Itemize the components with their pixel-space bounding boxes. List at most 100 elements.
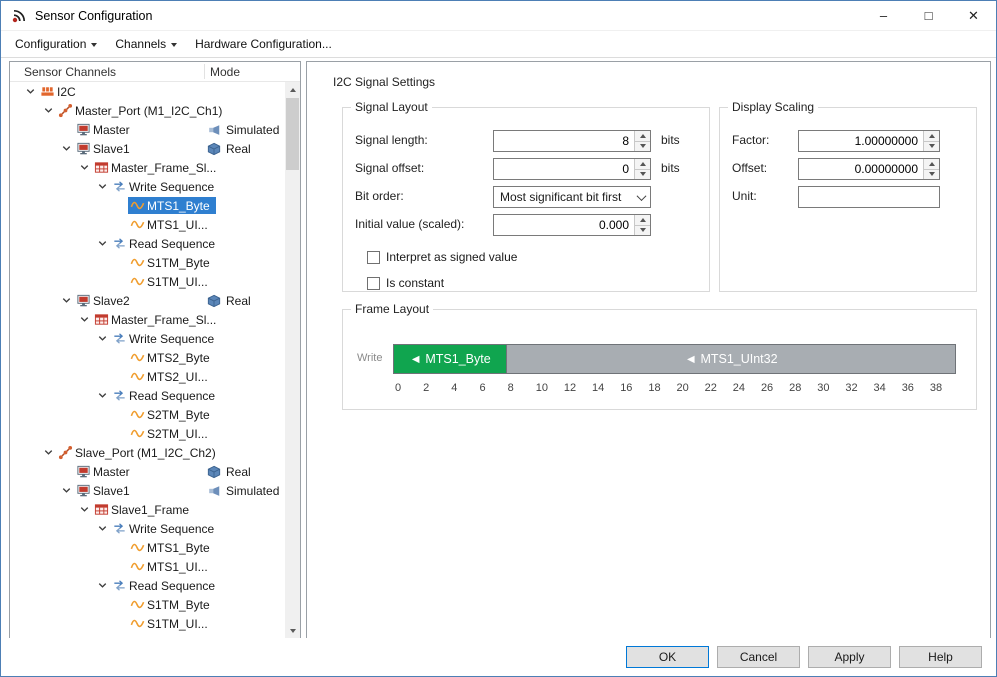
chevron-down-icon[interactable]: [94, 331, 110, 347]
tree-item-slave1[interactable]: Slave1 Real: [10, 139, 285, 158]
tree-item-write-sequence[interactable]: Write Sequence: [10, 177, 285, 196]
tree-item-content[interactable]: Master: [74, 463, 136, 480]
cancel-button[interactable]: Cancel: [717, 646, 800, 668]
scrollbar-down-arrow[interactable]: [285, 623, 300, 638]
chevron-down-icon[interactable]: [94, 578, 110, 594]
tree-item-i2c[interactable]: I2C: [10, 82, 285, 101]
tree-item-read-sequence[interactable]: Read Sequence: [10, 576, 285, 595]
tree-item-read-sequence[interactable]: Read Sequence: [10, 386, 285, 405]
chevron-down-icon[interactable]: [76, 160, 92, 176]
scrollbar-up-arrow[interactable]: [285, 82, 300, 97]
offset-spin-down-button[interactable]: [924, 169, 939, 179]
tree-item-s1tm-byte[interactable]: S1TM_Byte: [10, 595, 285, 614]
tree-item-content[interactable]: MTS1_Byte: [128, 197, 216, 214]
tree-item-content[interactable]: Write Sequence: [110, 520, 220, 537]
tree-item-read-sequence[interactable]: Read Sequence: [10, 234, 285, 253]
tree-item-master-frame-sl[interactable]: Master_Frame_Sl...: [10, 158, 285, 177]
chevron-down-icon[interactable]: [58, 483, 74, 499]
tree-item-content[interactable]: MTS1_UI...: [128, 558, 214, 575]
tree-item-s2tm-byte[interactable]: S2TM_Byte: [10, 405, 285, 424]
tree-item-s1tm-ui[interactable]: S1TM_UI...: [10, 272, 285, 291]
close-button[interactable]: ✕: [951, 1, 996, 30]
tree-item-write-sequence[interactable]: Write Sequence: [10, 329, 285, 348]
tree-item-content[interactable]: Read Sequence: [110, 577, 221, 594]
tree-item-slave1[interactable]: Slave1 Simulated: [10, 481, 285, 500]
tree-item-mts2-byte[interactable]: MTS2_Byte: [10, 348, 285, 367]
tree-item-mts1-byte[interactable]: MTS1_Byte: [10, 196, 285, 215]
tree-item-slave-port-m1-i2c-ch2[interactable]: Slave_Port (M1_I2C_Ch2): [10, 443, 285, 462]
tree-item-content[interactable]: S2TM_Byte: [128, 406, 216, 423]
signal-offset-value[interactable]: 0: [494, 159, 634, 179]
signal-offset-spin-down-button[interactable]: [635, 169, 650, 179]
chevron-down-icon[interactable]: [94, 179, 110, 195]
tree-item-content[interactable]: Master_Frame_Sl...: [92, 159, 222, 176]
maximize-button[interactable]: □: [906, 1, 951, 30]
tree-item-content[interactable]: Master_Frame_Sl...: [92, 311, 222, 328]
tree-item-s1tm-byte[interactable]: S1TM_Byte: [10, 253, 285, 272]
signal-length-spin-up-button[interactable]: [635, 131, 650, 142]
chevron-down-icon[interactable]: [94, 521, 110, 537]
tree-item-mts1-byte[interactable]: MTS1_Byte: [10, 538, 285, 557]
scrollbar-thumb[interactable]: [286, 98, 299, 170]
chevron-down-icon[interactable]: [632, 187, 650, 207]
tree-item-content[interactable]: Slave1: [74, 482, 136, 499]
tree-item-master[interactable]: Master Real: [10, 462, 285, 481]
tree-item-content[interactable]: Master: [74, 121, 136, 138]
chevron-down-icon[interactable]: [40, 445, 56, 461]
chevron-down-icon[interactable]: [94, 388, 110, 404]
chevron-down-icon[interactable]: [76, 502, 92, 518]
tree-item-content[interactable]: Read Sequence: [110, 235, 221, 252]
initial-value-input[interactable]: 0.000: [493, 214, 651, 236]
tree-item-content[interactable]: Slave1: [74, 140, 136, 157]
tree-item-slave1-frame[interactable]: Slave1_Frame: [10, 500, 285, 519]
chevron-down-icon[interactable]: [58, 141, 74, 157]
tree-item-content[interactable]: MTS2_Byte: [128, 349, 216, 366]
tree-item-content[interactable]: S1TM_Byte: [128, 596, 216, 613]
tree-item-content[interactable]: Write Sequence: [110, 178, 220, 195]
ok-button[interactable]: OK: [626, 646, 709, 668]
signal-length-input[interactable]: 8: [493, 130, 651, 152]
factor-spin-down-button[interactable]: [924, 141, 939, 151]
tree-item-content[interactable]: MTS1_Byte: [128, 539, 216, 556]
help-button[interactable]: Help: [899, 646, 982, 668]
minimize-button[interactable]: –: [861, 1, 906, 30]
tree-item-content[interactable]: S1TM_Byte: [128, 254, 216, 271]
tree-item-mts1-ui[interactable]: MTS1_UI...: [10, 557, 285, 576]
menu-channels[interactable]: Channels: [106, 33, 186, 55]
is-constant-checkbox[interactable]: [367, 276, 380, 290]
offset-value[interactable]: 0.00000000: [799, 159, 923, 179]
chevron-down-icon[interactable]: [22, 84, 38, 100]
initial-value-spin-up-button[interactable]: [635, 215, 650, 226]
offset-spin-up-button[interactable]: [924, 159, 939, 170]
tree-item-content[interactable]: Slave_Port (M1_I2C_Ch2): [56, 444, 222, 461]
tree-item-s2tm-ui[interactable]: S2TM_UI...: [10, 424, 285, 443]
signal-length-value[interactable]: 8: [494, 131, 634, 151]
apply-button[interactable]: Apply: [808, 646, 891, 668]
initial-value-spin-down-button[interactable]: [635, 225, 650, 235]
initial-value-value[interactable]: 0.000: [494, 215, 634, 235]
signal-length-spin-down-button[interactable]: [635, 141, 650, 151]
chevron-down-icon[interactable]: [94, 236, 110, 252]
tree-item-write-sequence[interactable]: Write Sequence: [10, 519, 285, 538]
unit-input[interactable]: [798, 186, 940, 208]
tree-item-master-port-m1-i2c-ch1[interactable]: Master_Port (M1_I2C_Ch1): [10, 101, 285, 120]
factor-input[interactable]: 1.00000000: [798, 130, 940, 152]
chevron-down-icon[interactable]: [58, 293, 74, 309]
signal-offset-input[interactable]: 0: [493, 158, 651, 180]
chevron-down-icon[interactable]: [40, 103, 56, 119]
menu-configuration[interactable]: Configuration: [6, 33, 106, 55]
signed-value-checkbox[interactable]: [367, 250, 380, 264]
tree-item-mts2-ui[interactable]: MTS2_UI...: [10, 367, 285, 386]
tree-item-s1tm-ui[interactable]: S1TM_UI...: [10, 614, 285, 633]
menu-hardware-configuration[interactable]: Hardware Configuration...: [186, 33, 341, 55]
tree-item-content[interactable]: Master_Port (M1_I2C_Ch1): [56, 102, 228, 119]
frame-segment-mts1-byte[interactable]: ◄ MTS1_Byte: [394, 345, 507, 373]
bit-order-dropdown[interactable]: Most significant bit first: [493, 186, 651, 208]
tree-item-slave2[interactable]: Slave2 Real: [10, 291, 285, 310]
tree-item-content[interactable]: S1TM_UI...: [128, 615, 214, 632]
tree-item-mts1-ui[interactable]: MTS1_UI...: [10, 215, 285, 234]
frame-segment-mts1-uint32[interactable]: ◄ MTS1_UInt32: [506, 345, 955, 373]
tree-item-master[interactable]: Master Simulated: [10, 120, 285, 139]
tree-item-content[interactable]: Slave1_Frame: [92, 501, 195, 518]
factor-spin-up-button[interactable]: [924, 131, 939, 142]
